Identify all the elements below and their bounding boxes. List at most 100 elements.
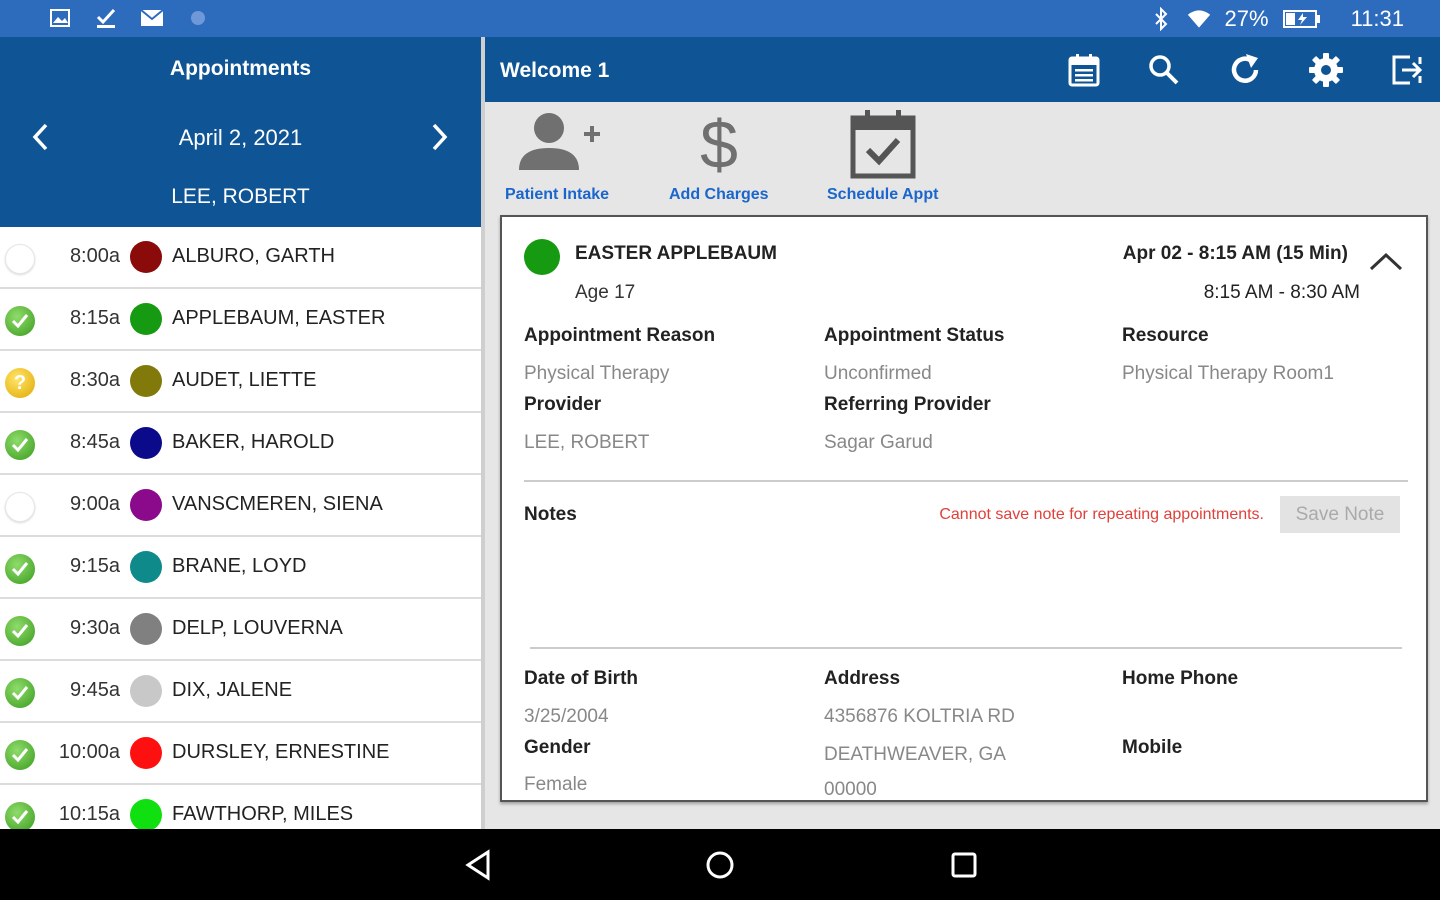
schedule-appt-label: Schedule Appt <box>827 186 939 203</box>
appointment-type-dot <box>130 241 162 273</box>
appointment-type-dot <box>130 613 162 645</box>
mail-icon <box>140 6 164 30</box>
back-triangle-icon <box>465 849 490 881</box>
patient-name-item: ALBURO, GARTH <box>172 245 335 267</box>
wifi-icon <box>1187 7 1211 31</box>
patient-intake-button[interactable]: Patient Intake <box>505 108 609 212</box>
appointment-row[interactable]: 10:15a FAWTHORP, MILES <box>0 785 481 829</box>
appointment-type-dot <box>130 365 162 397</box>
home-button[interactable] <box>702 847 738 883</box>
patient-color-dot <box>524 239 560 275</box>
appointment-type-dot <box>130 303 162 335</box>
home-phone-label: Home Phone <box>1122 668 1239 689</box>
dob-label: Date of Birth <box>524 668 638 689</box>
next-day-button[interactable] <box>420 117 460 157</box>
action-toolbar: Patient Intake $ Add Charges Schedule Ap… <box>485 102 1440 214</box>
address-line2: DEATHWEAVER, GA <box>824 744 1006 765</box>
appointment-time: 8:45a <box>69 431 120 453</box>
appointment-detail-card: EASTER APPLEBAUM Age 17 Apr 02 - 8:15 AM… <box>500 215 1428 802</box>
add-charges-button[interactable]: $ Add Charges <box>669 108 769 212</box>
appointment-row[interactable]: 9:00a VANSCMEREN, SIENA <box>0 475 481 537</box>
appt-status-value: Unconfirmed <box>824 363 932 384</box>
patient-name-item: APPLEBAUM, EASTER <box>172 307 386 329</box>
checked-in-icon[interactable] <box>5 616 35 646</box>
patient-name: EASTER APPLEBAUM <box>575 243 777 264</box>
appointment-list[interactable]: 8:00a ALBURO, GARTH 8:15a APPLEBAUM, EASTER… <box>0 227 481 829</box>
resource-value: Physical Therapy Room1 <box>1122 363 1334 384</box>
patient-age: Age 17 <box>575 282 636 303</box>
refresh-button[interactable] <box>1226 51 1264 89</box>
notes-divider <box>530 647 1402 649</box>
appointment-time: 8:15a <box>69 307 120 329</box>
section-divider <box>524 480 1408 482</box>
save-note-button[interactable]: Save Note <box>1280 496 1400 533</box>
appointment-datetime: Apr 02 - 8:15 AM (15 Min) <box>1122 243 1348 264</box>
patient-name-item: BRANE, LOYD <box>172 555 307 577</box>
gallery-icon <box>48 6 72 30</box>
appt-reason-value: Physical Therapy <box>524 363 670 384</box>
checked-in-icon[interactable] <box>5 430 35 460</box>
checked-in-icon[interactable] <box>5 802 35 829</box>
recents-button[interactable] <box>946 847 982 883</box>
dollar-icon: $ <box>700 108 738 180</box>
appointment-time: 8:30a <box>69 369 120 391</box>
android-nav-bar <box>0 829 1440 900</box>
address-line1: 4356876 KOLTRIA RD <box>824 706 1015 727</box>
calendar-icon <box>1068 54 1100 87</box>
patient-name-item: AUDET, LIETTE <box>172 369 317 391</box>
calendar-button[interactable] <box>1065 51 1103 89</box>
provider-selector[interactable]: LEE, ROBERT <box>0 185 481 209</box>
checked-in-icon[interactable] <box>5 554 35 584</box>
patient-name-item: VANSCMEREN, SIENA <box>172 493 383 515</box>
address-line3: 00000 <box>824 779 877 800</box>
appointment-row[interactable]: 8:00a ALBURO, GARTH <box>0 227 481 289</box>
appointment-time: 8:00a <box>69 245 120 267</box>
settings-button[interactable] <box>1307 51 1345 89</box>
add-charges-label: Add Charges <box>669 186 769 203</box>
system-indicators: 27% 11:31 <box>1149 0 1404 37</box>
gender-value: Female <box>524 774 588 795</box>
logout-button[interactable] <box>1388 51 1426 89</box>
appointment-type-dot <box>130 489 162 521</box>
appointment-type-dot <box>130 551 162 583</box>
current-date: April 2, 2021 <box>178 125 303 150</box>
svg-text:$: $ <box>700 108 738 180</box>
appointment-row[interactable]: 8:45a BAKER, HAROLD <box>0 413 481 475</box>
appointment-type-dot <box>130 799 162 829</box>
search-button[interactable] <box>1145 51 1183 89</box>
checked-in-icon[interactable] <box>5 306 35 336</box>
search-icon <box>1149 55 1179 85</box>
referring-provider-label: Referring Provider <box>824 394 991 415</box>
patient-intake-label: Patient Intake <box>505 186 610 203</box>
checked-in-icon[interactable] <box>5 678 35 708</box>
question-status-icon[interactable]: ? <box>5 368 35 398</box>
appointment-row[interactable]: 8:15a APPLEBAUM, EASTER <box>0 289 481 351</box>
notification-icons <box>48 6 210 30</box>
bluetooth-icon <box>1149 6 1173 31</box>
appointment-row[interactable]: 9:15a BRANE, LOYD <box>0 537 481 599</box>
collapse-button[interactable] <box>1366 247 1406 277</box>
back-button[interactable] <box>460 847 496 883</box>
appointment-row[interactable]: 10:00a DURSLEY, ERNESTINE <box>0 723 481 785</box>
task-check-icon <box>94 6 118 30</box>
appointment-time-range: 8:15 AM - 8:30 AM <box>1203 282 1360 303</box>
appointment-time: 10:00a <box>58 741 120 763</box>
add-user-icon <box>519 113 601 170</box>
appointment-row[interactable]: 9:30a DELP, LOUVERNA <box>0 599 481 661</box>
empty-status-icon[interactable] <box>5 244 35 274</box>
appointment-time: 10:15a <box>58 803 120 825</box>
appointments-header: Appointments April 2, 2021 LEE, ROBERT <box>0 37 481 227</box>
checked-in-icon[interactable] <box>5 740 35 770</box>
patient-name-item: DIX, JALENE <box>172 679 293 701</box>
empty-status-icon[interactable] <box>5 492 35 522</box>
notes-warning: Cannot save note for repeating appointme… <box>939 506 1264 523</box>
address-label: Address <box>824 668 901 689</box>
appointment-row[interactable]: ? 8:30a AUDET, LIETTE <box>0 351 481 413</box>
patient-name-item: DELP, LOUVERNA <box>172 617 343 639</box>
patient-name-item: FAWTHORP, MILES <box>172 803 354 825</box>
schedule-appt-button[interactable]: Schedule Appt <box>827 108 938 212</box>
gender-label: Gender <box>524 737 591 758</box>
appointment-row[interactable]: 9:45a DIX, JALENE <box>0 661 481 723</box>
appointment-type-dot <box>130 675 162 707</box>
battery-percent: 27% <box>1224 5 1269 31</box>
